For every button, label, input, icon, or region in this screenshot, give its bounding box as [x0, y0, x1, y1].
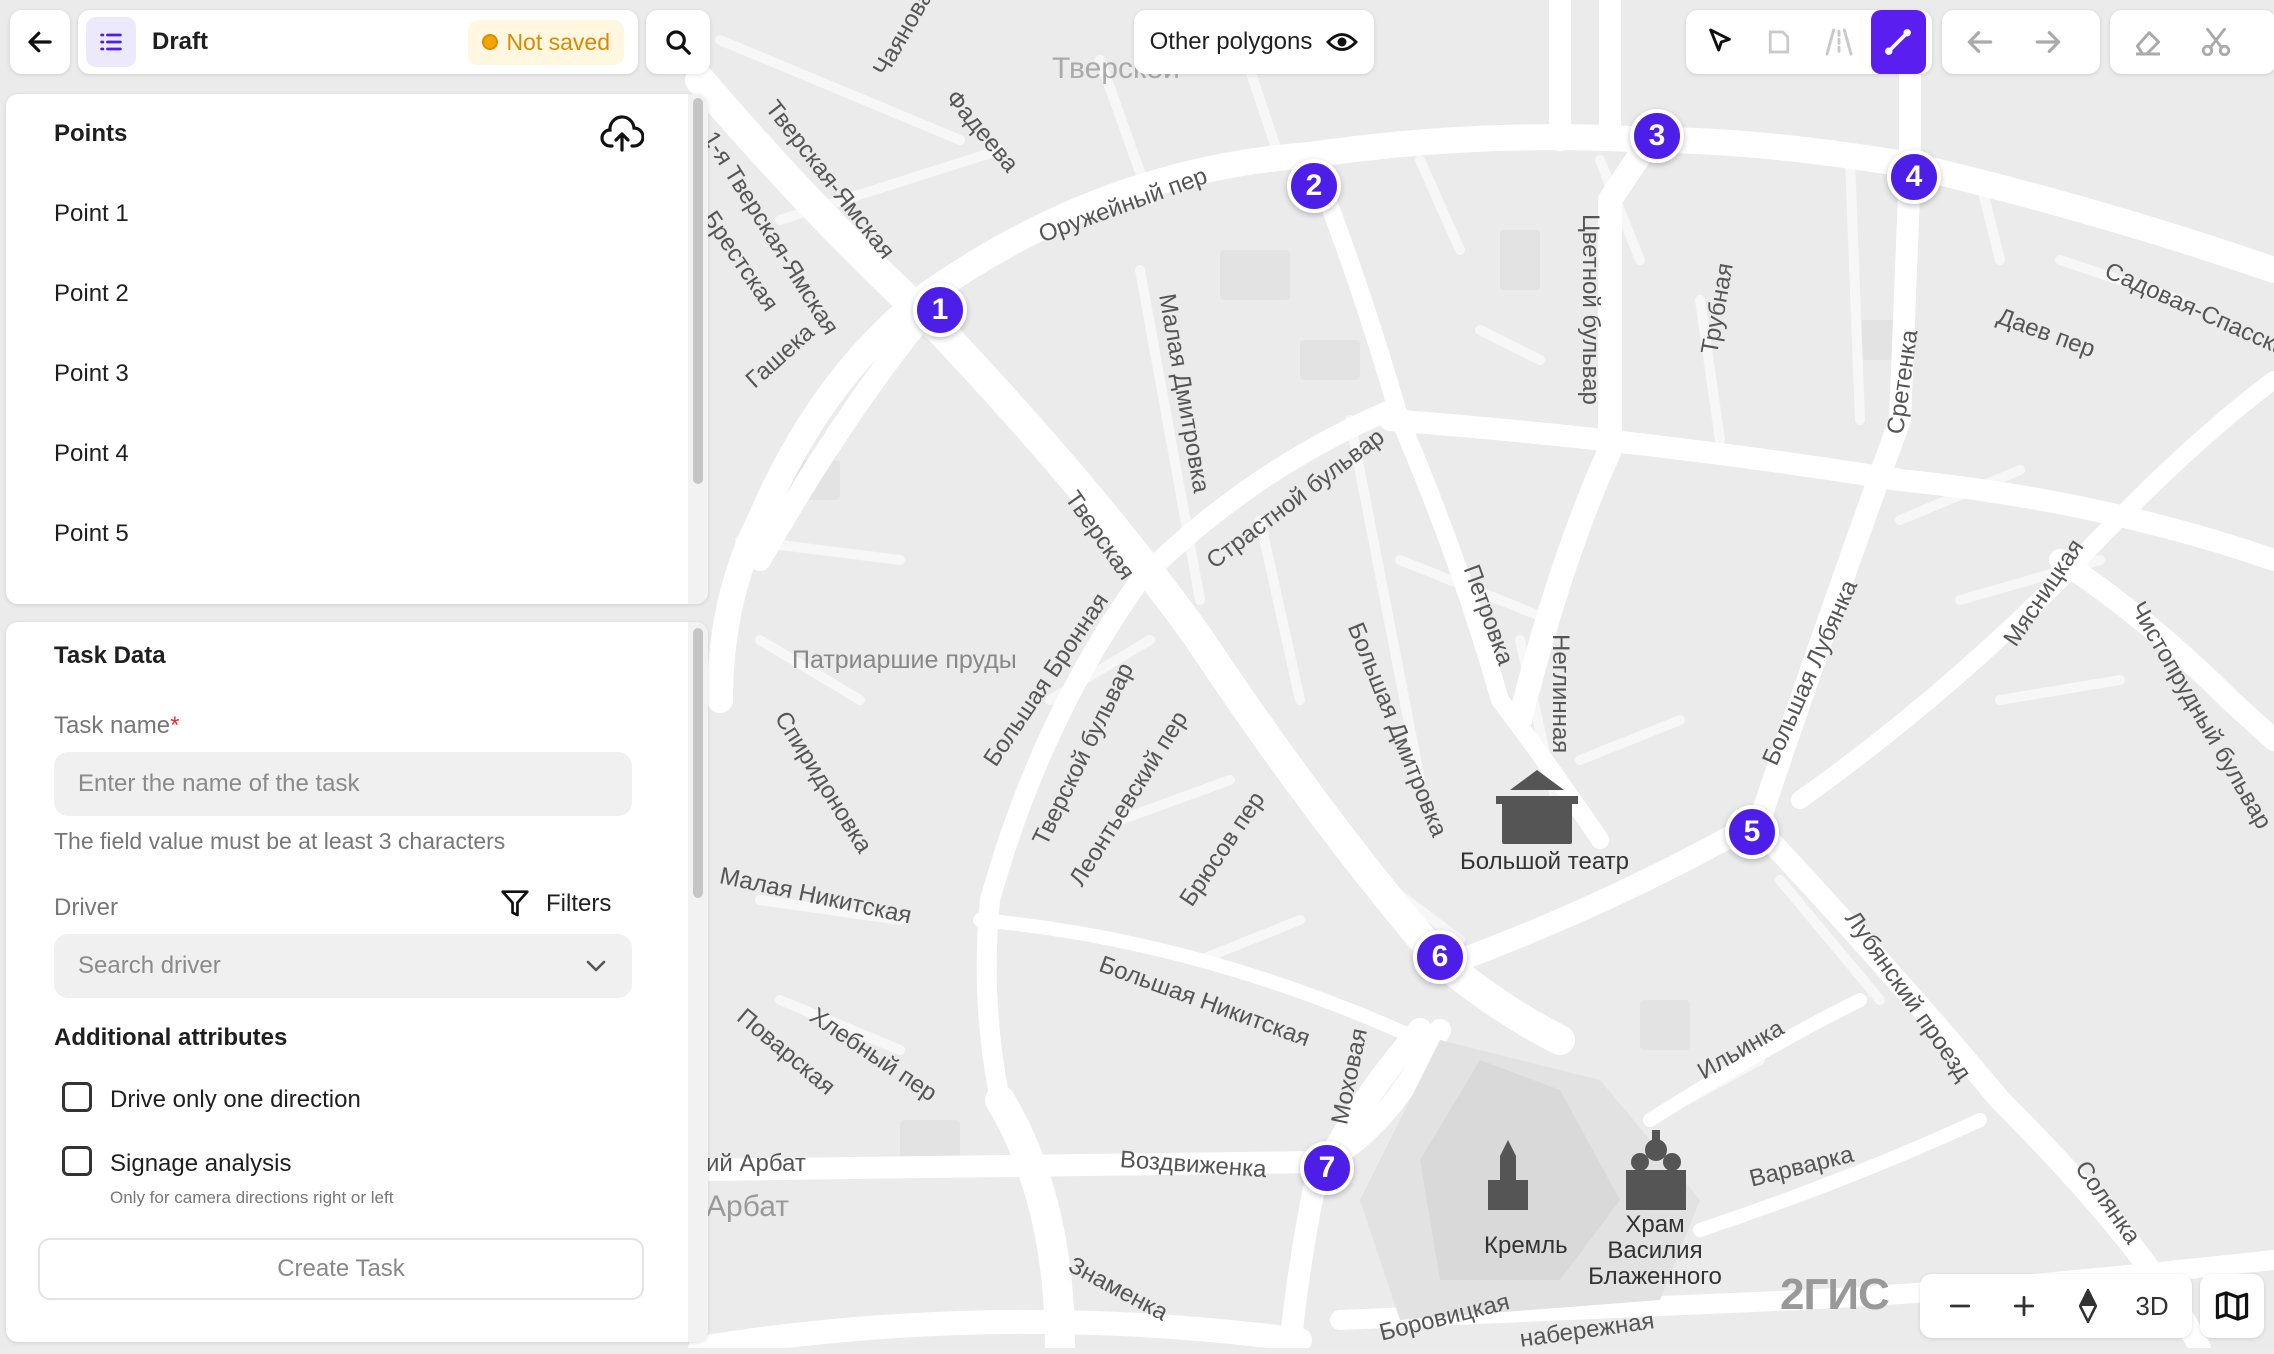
title-box: Draft Not saved [78, 10, 638, 74]
map-label-neglinnaya: Неглинная [1547, 634, 1574, 754]
required-marker: * [170, 712, 180, 739]
task-name-label: Task name* [54, 712, 180, 739]
plus-icon [2013, 1295, 2035, 1317]
status-badge: Not saved [468, 19, 624, 65]
polygon-tool-button[interactable] [1752, 10, 1808, 74]
signage-analysis-label[interactable]: Signage analysis [110, 1150, 291, 1178]
page-title: Draft [152, 28, 209, 55]
map-type-button[interactable] [2200, 1274, 2264, 1338]
chevron-down-icon [586, 960, 606, 972]
map-label-arbat: Арбат [706, 1190, 789, 1223]
map-logo: 2ГИС [1780, 1270, 1890, 1319]
toggle-3d-button[interactable]: 3D [2122, 1274, 2182, 1338]
route-tool-button[interactable] [1870, 10, 1926, 74]
zoom-controls: 3D [1920, 1274, 2192, 1338]
drawing-tools [1686, 10, 1932, 74]
road-tool-button[interactable] [1811, 10, 1867, 74]
compass-icon [2078, 1289, 2098, 1323]
cloud-upload-icon [600, 115, 645, 152]
map-label-kremlin: Кремль [1484, 1232, 1568, 1259]
point-list-item[interactable]: Point 3 [54, 360, 129, 388]
header-bar: Draft Not saved [10, 10, 710, 74]
eraser-icon [2135, 31, 2161, 56]
back-button[interactable] [10, 10, 70, 74]
search-icon [666, 30, 691, 55]
search-button[interactable] [646, 10, 710, 74]
road-icon [1825, 28, 1853, 56]
points-panel: Points Point 1 Point 2 Point 3 Point 4 P… [6, 94, 708, 604]
route-point-marker[interactable]: 3 [1630, 109, 1684, 163]
task-name-hint: The field value must be at least 3 chara… [54, 828, 506, 854]
minus-icon [1949, 1304, 1971, 1308]
redo-button[interactable] [2016, 10, 2080, 74]
filter-icon [501, 890, 529, 917]
map-controls: 3D [1920, 1274, 2264, 1338]
other-polygons-label: Other polygons [1149, 28, 1313, 55]
map-label-bolshoy-theatre: Большой театр [1460, 848, 1629, 875]
undo-button[interactable] [1948, 10, 2012, 74]
filters-button[interactable]: Filters [500, 888, 611, 920]
create-task-button[interactable]: Create Task [38, 1238, 644, 1300]
undo-arrow-icon [1967, 31, 1993, 53]
driver-select-placeholder: Search driver [78, 952, 221, 979]
point-list-item[interactable]: Point 2 [54, 280, 129, 308]
route-point-marker[interactable]: 6 [1413, 930, 1467, 984]
edit-tools [2110, 10, 2274, 74]
task-data-panel: Task Data Task name* Enter the name of t… [6, 622, 708, 1342]
compass-button[interactable] [2058, 1274, 2118, 1338]
redo-arrow-icon [2035, 31, 2061, 53]
route-point-marker[interactable]: 4 [1887, 150, 1941, 204]
signage-analysis-checkbox[interactable] [62, 1146, 92, 1176]
map-label-tsvetnoy: Цветной бульвар [1577, 214, 1604, 405]
one-direction-label[interactable]: Drive only one direction [110, 1086, 361, 1114]
polygon-icon [1769, 30, 1790, 54]
points-scrollbar[interactable] [688, 94, 708, 604]
route-icon [1885, 29, 1912, 55]
signage-analysis-hint: Only for camera directions right or left [110, 1188, 394, 1207]
eraser-button[interactable] [2116, 10, 2180, 74]
scissors-button[interactable] [2184, 10, 2248, 74]
list-icon [100, 33, 122, 51]
one-direction-checkbox[interactable] [62, 1082, 92, 1112]
point-list-item[interactable]: Point 5 [54, 520, 129, 548]
task-panel-scrollbar[interactable] [688, 622, 708, 1342]
filters-label: Filters [546, 890, 612, 917]
map-icon [2215, 1291, 2249, 1321]
route-point-marker[interactable]: 1 [913, 283, 967, 337]
task-name-input[interactable]: Enter the name of the task [54, 752, 632, 816]
status-badge-label: Not saved [506, 28, 610, 55]
map-label-patriarshie: Патриаршие пруды [792, 646, 1017, 674]
select-tool-button[interactable] [1692, 10, 1748, 74]
eye-icon [1326, 33, 1359, 51]
scissors-icon [2201, 27, 2231, 57]
arrow-left-icon [28, 31, 52, 53]
cursor-icon [1708, 28, 1731, 52]
zoom-out-button[interactable] [1930, 1274, 1990, 1338]
status-dot-icon [482, 34, 499, 50]
zoom-in-button[interactable] [1994, 1274, 2054, 1338]
route-point-marker[interactable]: 2 [1287, 159, 1341, 213]
driver-select[interactable]: Search driver [54, 934, 632, 998]
history-tools [1942, 10, 2100, 74]
map-label-arbat-street: ий Арбат [706, 1150, 806, 1177]
other-polygons-toggle[interactable]: Other polygons [1134, 10, 1374, 74]
upload-points-button[interactable] [600, 114, 645, 159]
additional-attributes-heading: Additional attributes [54, 1024, 288, 1051]
task-data-heading: Task Data [54, 642, 166, 669]
point-list-item[interactable]: Point 1 [54, 200, 129, 228]
driver-label: Driver [54, 894, 118, 921]
list-toggle-button[interactable] [86, 17, 136, 67]
points-heading: Points [54, 120, 128, 147]
route-point-marker[interactable]: 7 [1300, 1141, 1354, 1195]
map-label-basil: Храм Василия Блаженного [1588, 1211, 1722, 1290]
route-point-marker[interactable]: 5 [1725, 805, 1779, 859]
point-list-item[interactable]: Point 4 [54, 440, 129, 468]
